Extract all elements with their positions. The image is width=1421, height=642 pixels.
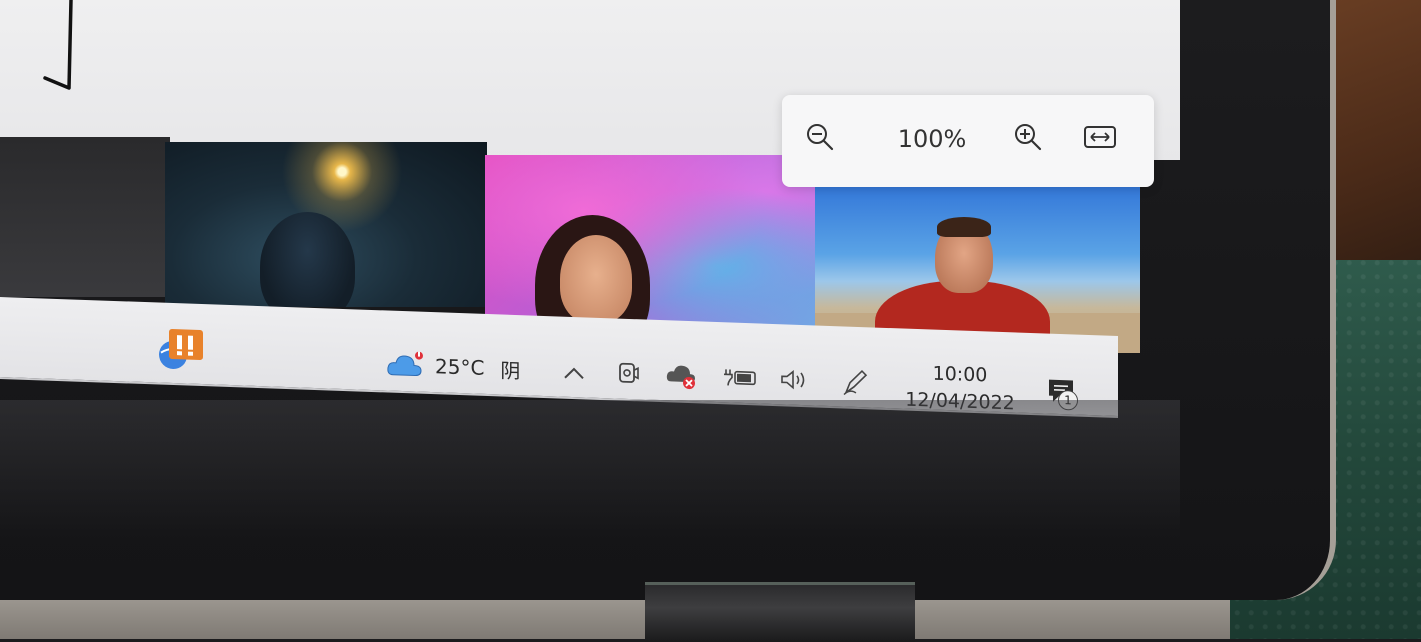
onedrive-tray-button[interactable] [664, 360, 700, 391]
video-tile-2[interactable] [165, 142, 487, 307]
volume-tray-button[interactable] [778, 366, 814, 393]
participant-silhouette [260, 212, 355, 307]
battery-tray-button[interactable] [722, 364, 758, 391]
zoom-level: 100% [877, 125, 987, 153]
battery-charging-icon [722, 365, 758, 390]
participant-face [560, 235, 632, 323]
laptop-hinge [645, 582, 915, 642]
volume-icon [779, 367, 813, 392]
camera-tray-button[interactable] [614, 358, 642, 389]
zoom-control-bar: 100% [782, 95, 1154, 187]
show-hidden-icons-button[interactable] [560, 361, 588, 386]
participant-hair [937, 217, 991, 237]
clock-time: 10:00 [933, 361, 988, 389]
zoom-out-button[interactable] [802, 119, 838, 155]
app-badge-icon [155, 326, 215, 376]
pen-icon [840, 366, 870, 397]
video-tile-1[interactable] [0, 137, 170, 297]
fit-width-icon [1083, 123, 1117, 151]
onedrive-error-icon [665, 361, 699, 390]
zoom-out-icon [805, 122, 835, 152]
camera-icon [616, 360, 640, 389]
zoom-in-icon [1013, 122, 1043, 152]
video-tile-3[interactable] [485, 155, 815, 340]
zoom-in-button[interactable] [1010, 119, 1046, 155]
video-tile-4[interactable] [815, 173, 1140, 353]
weather-temperature: 25°C [435, 354, 484, 380]
cloud-weather-icon [385, 348, 425, 381]
weather-widget[interactable]: 25°C 阴 [385, 346, 520, 387]
chevron-up-icon [562, 365, 586, 382]
bezel-reflection [0, 400, 1180, 540]
pen-workspace-button[interactable] [838, 366, 872, 397]
weather-condition: 阴 [500, 354, 520, 384]
taskbar-pinned-app[interactable] [155, 326, 215, 376]
ink-stroke [40, 0, 80, 95]
fit-width-button[interactable] [1082, 119, 1118, 155]
